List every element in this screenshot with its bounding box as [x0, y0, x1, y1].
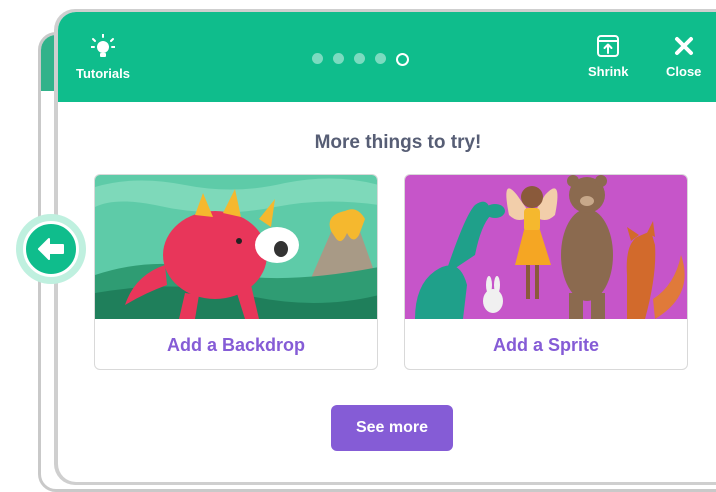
shrink-icon — [597, 35, 620, 57]
step-dot[interactable] — [333, 53, 344, 64]
tutorials-label: Tutorials — [76, 66, 130, 81]
tutorial-card: Tutorials Shrink Close More things to tr… — [58, 12, 716, 482]
step-indicator — [312, 53, 409, 66]
add-backdrop-label[interactable]: Add a Backdrop — [95, 319, 377, 369]
see-more-button[interactable]: See more — [331, 405, 453, 451]
shrink-label: Shrink — [588, 64, 629, 79]
close-button[interactable]: Close — [666, 34, 701, 79]
back-button-inner[interactable] — [23, 221, 79, 277]
step-dot[interactable] — [375, 53, 386, 64]
step-dot[interactable] — [354, 53, 365, 64]
close-label: Close — [666, 64, 702, 79]
shrink-button[interactable]: Shrink — [588, 34, 628, 79]
card-title: More things to try! — [314, 132, 482, 153]
arrow-left-icon — [38, 238, 64, 260]
add-backdrop-tile[interactable]: Add a Backdrop — [94, 174, 378, 370]
dinosaur-volcano-illustration — [95, 175, 377, 319]
step-dot-active[interactable] — [396, 53, 409, 66]
add-sprite-tile[interactable]: Add a Sprite — [404, 174, 688, 370]
characters-illustration — [405, 175, 687, 319]
card-header: Tutorials Shrink Close — [58, 12, 716, 102]
tutorials-button[interactable]: Tutorials — [76, 34, 130, 81]
step-dot[interactable] — [312, 53, 323, 64]
close-icon — [674, 37, 693, 55]
lightbulb-icon — [90, 34, 115, 57]
back-button[interactable] — [16, 214, 86, 284]
add-sprite-label[interactable]: Add a Sprite — [405, 319, 687, 369]
